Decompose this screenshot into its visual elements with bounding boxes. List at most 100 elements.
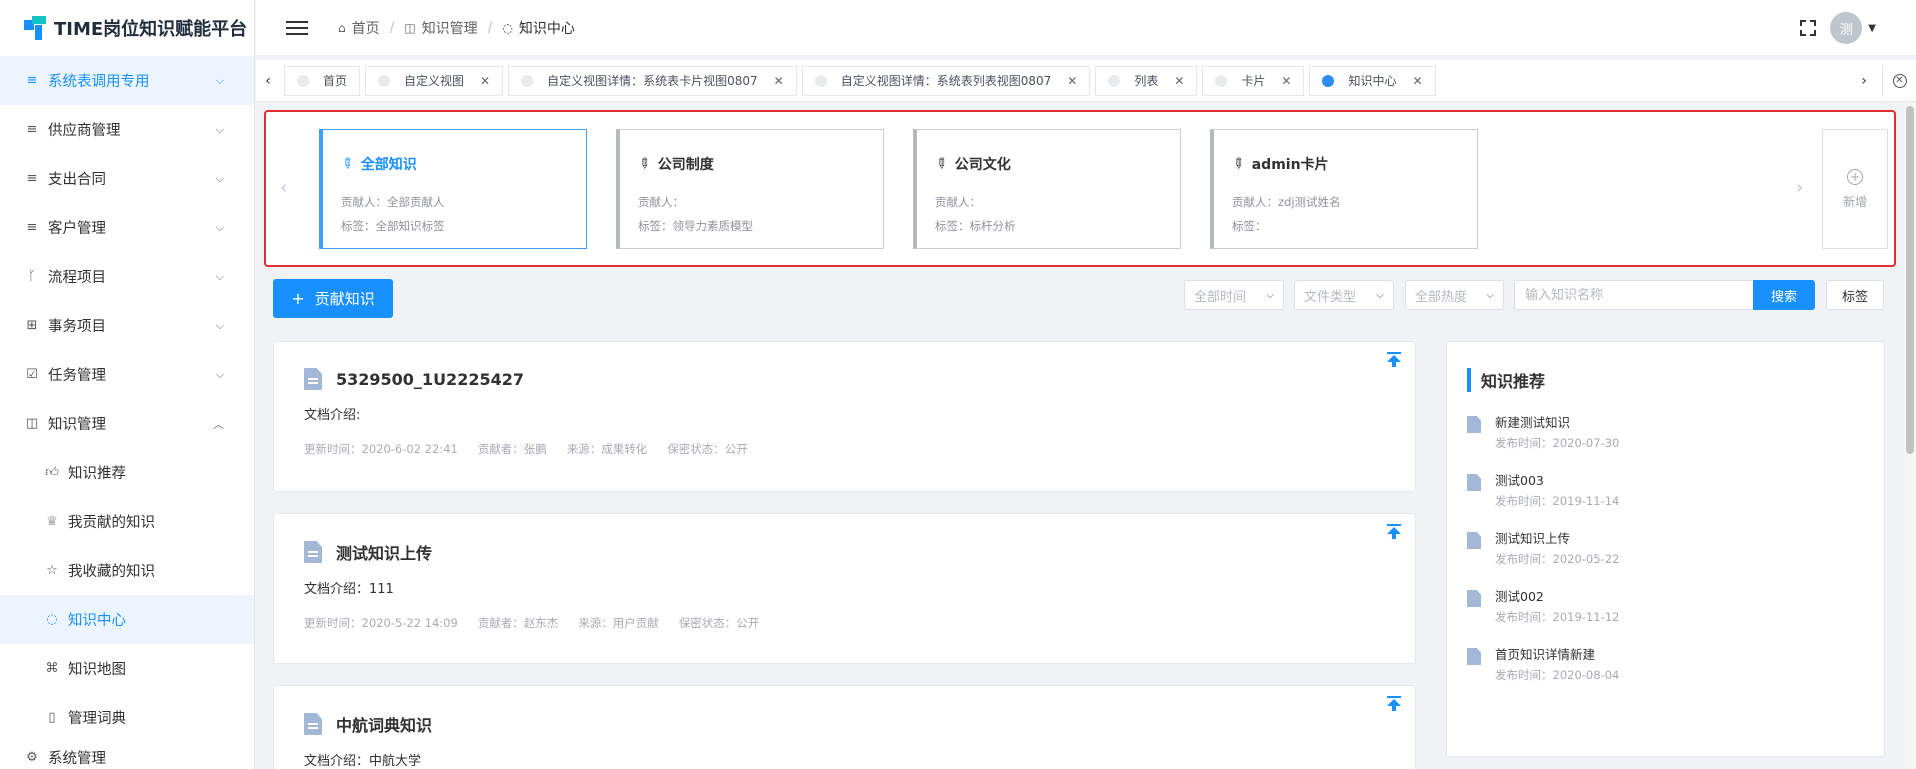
- page-scrollbar[interactable]: [1904, 102, 1916, 769]
- sidebar-item-label: 支出合同: [48, 172, 106, 188]
- recommend-item[interactable]: 测试003 发布时间：2019-11-14: [1467, 472, 1864, 512]
- recommend-item[interactable]: 新建测试知识 发布时间：2020-07-30: [1467, 414, 1864, 454]
- tab-list[interactable]: 列表 ✕: [1095, 65, 1198, 96]
- tab-dot-icon: [378, 74, 391, 87]
- tab-home[interactable]: 首页: [284, 65, 361, 96]
- sidebar-item-affairs-project[interactable]: ⊞ 事务项目 ⌵: [0, 301, 254, 350]
- sidebar-item-my-contributions[interactable]: ♕ 我贡献的知识: [0, 497, 254, 546]
- pin-to-top-icon[interactable]: [1387, 696, 1401, 712]
- recommend-item[interactable]: 首页知识详情新建 发布时间：2020-08-04: [1467, 646, 1864, 686]
- carousel-prev-icon[interactable]: ‹: [280, 177, 287, 198]
- sidebar-item-knowledge[interactable]: ◫ 知识管理 ︿: [0, 399, 254, 448]
- time-filter-select[interactable]: 全部时间 ⌵: [1184, 280, 1284, 310]
- knowledge-card[interactable]: ✎ 公司文化 贡献人： 标签：标杆分析: [913, 129, 1181, 249]
- popularity-filter-select[interactable]: 全部热度 ⌵: [1405, 280, 1504, 310]
- breadcrumb-knowledge-management[interactable]: ◫ 知识管理: [404, 18, 477, 38]
- chevron-down-icon: ⌵: [1266, 289, 1274, 301]
- document-meta: 更新时间：2020-6-02 22:41 贡献者：张鹏 来源：成果转化 保密状态…: [304, 441, 1385, 457]
- document-card[interactable]: 5329500_1U2225427 文档介绍: 更新时间：2020-6-02 2…: [273, 341, 1416, 492]
- document-title[interactable]: 中航词典知识: [336, 712, 432, 736]
- breadcrumb-home[interactable]: ⌂ 首页: [338, 18, 380, 38]
- recommend-item[interactable]: 测试知识上传 发布时间：2020-05-22: [1467, 530, 1864, 570]
- recommend-item-name[interactable]: 新建测试知识: [1495, 414, 1619, 432]
- pin-to-top-icon[interactable]: [1387, 524, 1401, 540]
- circle-close-icon: ✕: [1892, 74, 1907, 88]
- tab-custom-view[interactable]: 自定义视图 ✕: [365, 65, 504, 96]
- close-all-tabs-button[interactable]: ✕: [1882, 65, 1916, 97]
- avatar[interactable]: 测: [1830, 12, 1863, 44]
- recommend-item-name[interactable]: 测试002: [1495, 588, 1619, 606]
- close-icon[interactable]: ✕: [480, 74, 490, 88]
- app-logo[interactable]: TIME岗位知识赋能平台: [0, 0, 254, 56]
- document-icon: [1467, 416, 1481, 433]
- tab-dot-icon: [1215, 74, 1228, 87]
- chevron-down-icon: ⌵: [215, 367, 224, 381]
- logo-icon: [24, 16, 48, 40]
- document-card[interactable]: 测试知识上传 文档介绍：111 更新时间：2020-5-22 14:09 贡献者…: [273, 513, 1416, 664]
- caret-down-icon[interactable]: ▼: [1868, 23, 1876, 34]
- chevron-down-icon: ⌵: [215, 220, 224, 234]
- close-icon[interactable]: ✕: [1067, 74, 1077, 88]
- search-button[interactable]: 搜索: [1753, 280, 1815, 310]
- sidebar-item-supplier[interactable]: ≡ 供应商管理 ⌵: [0, 105, 254, 154]
- sidebar-item-knowledge-map[interactable]: ⌘ 知识地图: [0, 644, 254, 693]
- close-icon[interactable]: ✕: [1412, 74, 1422, 88]
- document-card[interactable]: 中航词典知识 文档介绍：中航大学: [273, 685, 1416, 769]
- tab-card[interactable]: 卡片 ✕: [1202, 65, 1305, 96]
- recommend-item[interactable]: 测试002 发布时间：2019-11-12: [1467, 588, 1864, 628]
- menu-lines-icon: ≡: [26, 171, 38, 186]
- checkbox-icon: ☑: [26, 367, 38, 382]
- recommend-item-name[interactable]: 测试知识上传: [1495, 530, 1619, 548]
- sidebar-item-system-management[interactable]: ⚙ 系统管理: [0, 742, 254, 769]
- sidebar-item-label: 供应商管理: [48, 123, 121, 139]
- knowledge-search-input[interactable]: [1514, 280, 1754, 310]
- book-icon: ◫: [25, 416, 39, 431]
- breadcrumb-label: 知识中心: [518, 20, 575, 37]
- fullscreen-icon[interactable]: [1800, 20, 1817, 36]
- chevron-down-icon: ⌵: [1486, 289, 1494, 301]
- recommend-item-date: 发布时间：2019-11-14: [1495, 494, 1620, 508]
- knowledge-card[interactable]: ✎ 全部知识 贡献人：全部贡献人 标签：全部知识标签: [319, 129, 587, 249]
- tab-knowledge-center[interactable]: 知识中心 ✕: [1309, 65, 1436, 96]
- breadcrumb-separator: /: [389, 19, 395, 36]
- breadcrumb-separator: /: [487, 19, 493, 36]
- tab-card-view-detail[interactable]: 自定义视图详情：系统表卡片视图0807 ✕: [508, 65, 797, 96]
- recommend-item-name[interactable]: 首页知识详情新建: [1495, 646, 1619, 664]
- tabs-scroll-right-icon[interactable]: ›: [1852, 65, 1876, 97]
- recommend-item-name[interactable]: 测试003: [1495, 472, 1619, 490]
- tag-button[interactable]: 标签: [1826, 280, 1884, 310]
- tab-list-view-detail[interactable]: 自定义视图详情：系统表列表视图0807 ✕: [801, 65, 1091, 96]
- add-card-button[interactable]: + 新增: [1822, 129, 1888, 249]
- tab-dot-icon: [1322, 74, 1335, 87]
- sidebar-item-knowledge-center[interactable]: ◌ 知识中心: [0, 595, 254, 644]
- sidebar-item-label: 知识中心: [68, 613, 126, 629]
- knowledge-recommend-panel: 知识推荐 新建测试知识 发布时间：2020-07-30 测试003 发布时间：201…: [1446, 341, 1885, 757]
- document-title[interactable]: 测试知识上传: [336, 540, 432, 564]
- sidebar-item-system-table[interactable]: ≡ 系统表调用专用 ⌵: [0, 56, 254, 105]
- scrollbar-thumb[interactable]: [1906, 106, 1914, 454]
- contribute-knowledge-button[interactable]: + 贡献知识: [273, 279, 393, 318]
- knowledge-card[interactable]: ✎ admin卡片 贡献人：zdj测试姓名 标签：: [1210, 129, 1478, 249]
- sidebar-item-recommend[interactable]: 👍︎ 知识推荐: [0, 448, 254, 497]
- pin-to-top-icon[interactable]: [1387, 352, 1401, 368]
- tabs-scroll-left-icon[interactable]: ‹: [256, 65, 280, 97]
- close-icon[interactable]: ✕: [774, 74, 784, 88]
- sidebar-item-customer[interactable]: ≡ 客户管理 ⌵: [0, 203, 254, 252]
- sidebar-item-task[interactable]: ☑ 任务管理 ⌵: [0, 350, 254, 399]
- sidebar-item-process-project[interactable]: ᚴ 流程项目 ⌵: [0, 252, 254, 301]
- close-icon[interactable]: ✕: [1281, 74, 1291, 88]
- hamburger-icon[interactable]: [286, 17, 308, 39]
- knowledge-card[interactable]: ✎ 公司制度 贡献人： 标签：领导力素质模型: [616, 129, 884, 249]
- document-title[interactable]: 5329500_1U2225427: [336, 370, 524, 389]
- carousel-next-icon[interactable]: ›: [1796, 177, 1803, 198]
- close-icon[interactable]: ✕: [1174, 74, 1184, 88]
- filter-value: 全部热度: [1415, 289, 1468, 305]
- file-type-filter-select[interactable]: 文件类型 ⌵: [1294, 280, 1394, 310]
- sidebar-item-dictionary[interactable]: ▯ 管理词典: [0, 693, 254, 742]
- sidebar-item-label: 流程项目: [48, 270, 106, 286]
- sidebar-item-label: 事务项目: [48, 319, 106, 335]
- sidebar-item-my-favorites[interactable]: ☆ 我收藏的知识: [0, 546, 254, 595]
- gear-icon: ⚙: [26, 749, 38, 765]
- contribute-knowledge-label: 贡献知识: [314, 290, 375, 308]
- sidebar-item-expense-contract[interactable]: ≡ 支出合同 ⌵: [0, 154, 254, 203]
